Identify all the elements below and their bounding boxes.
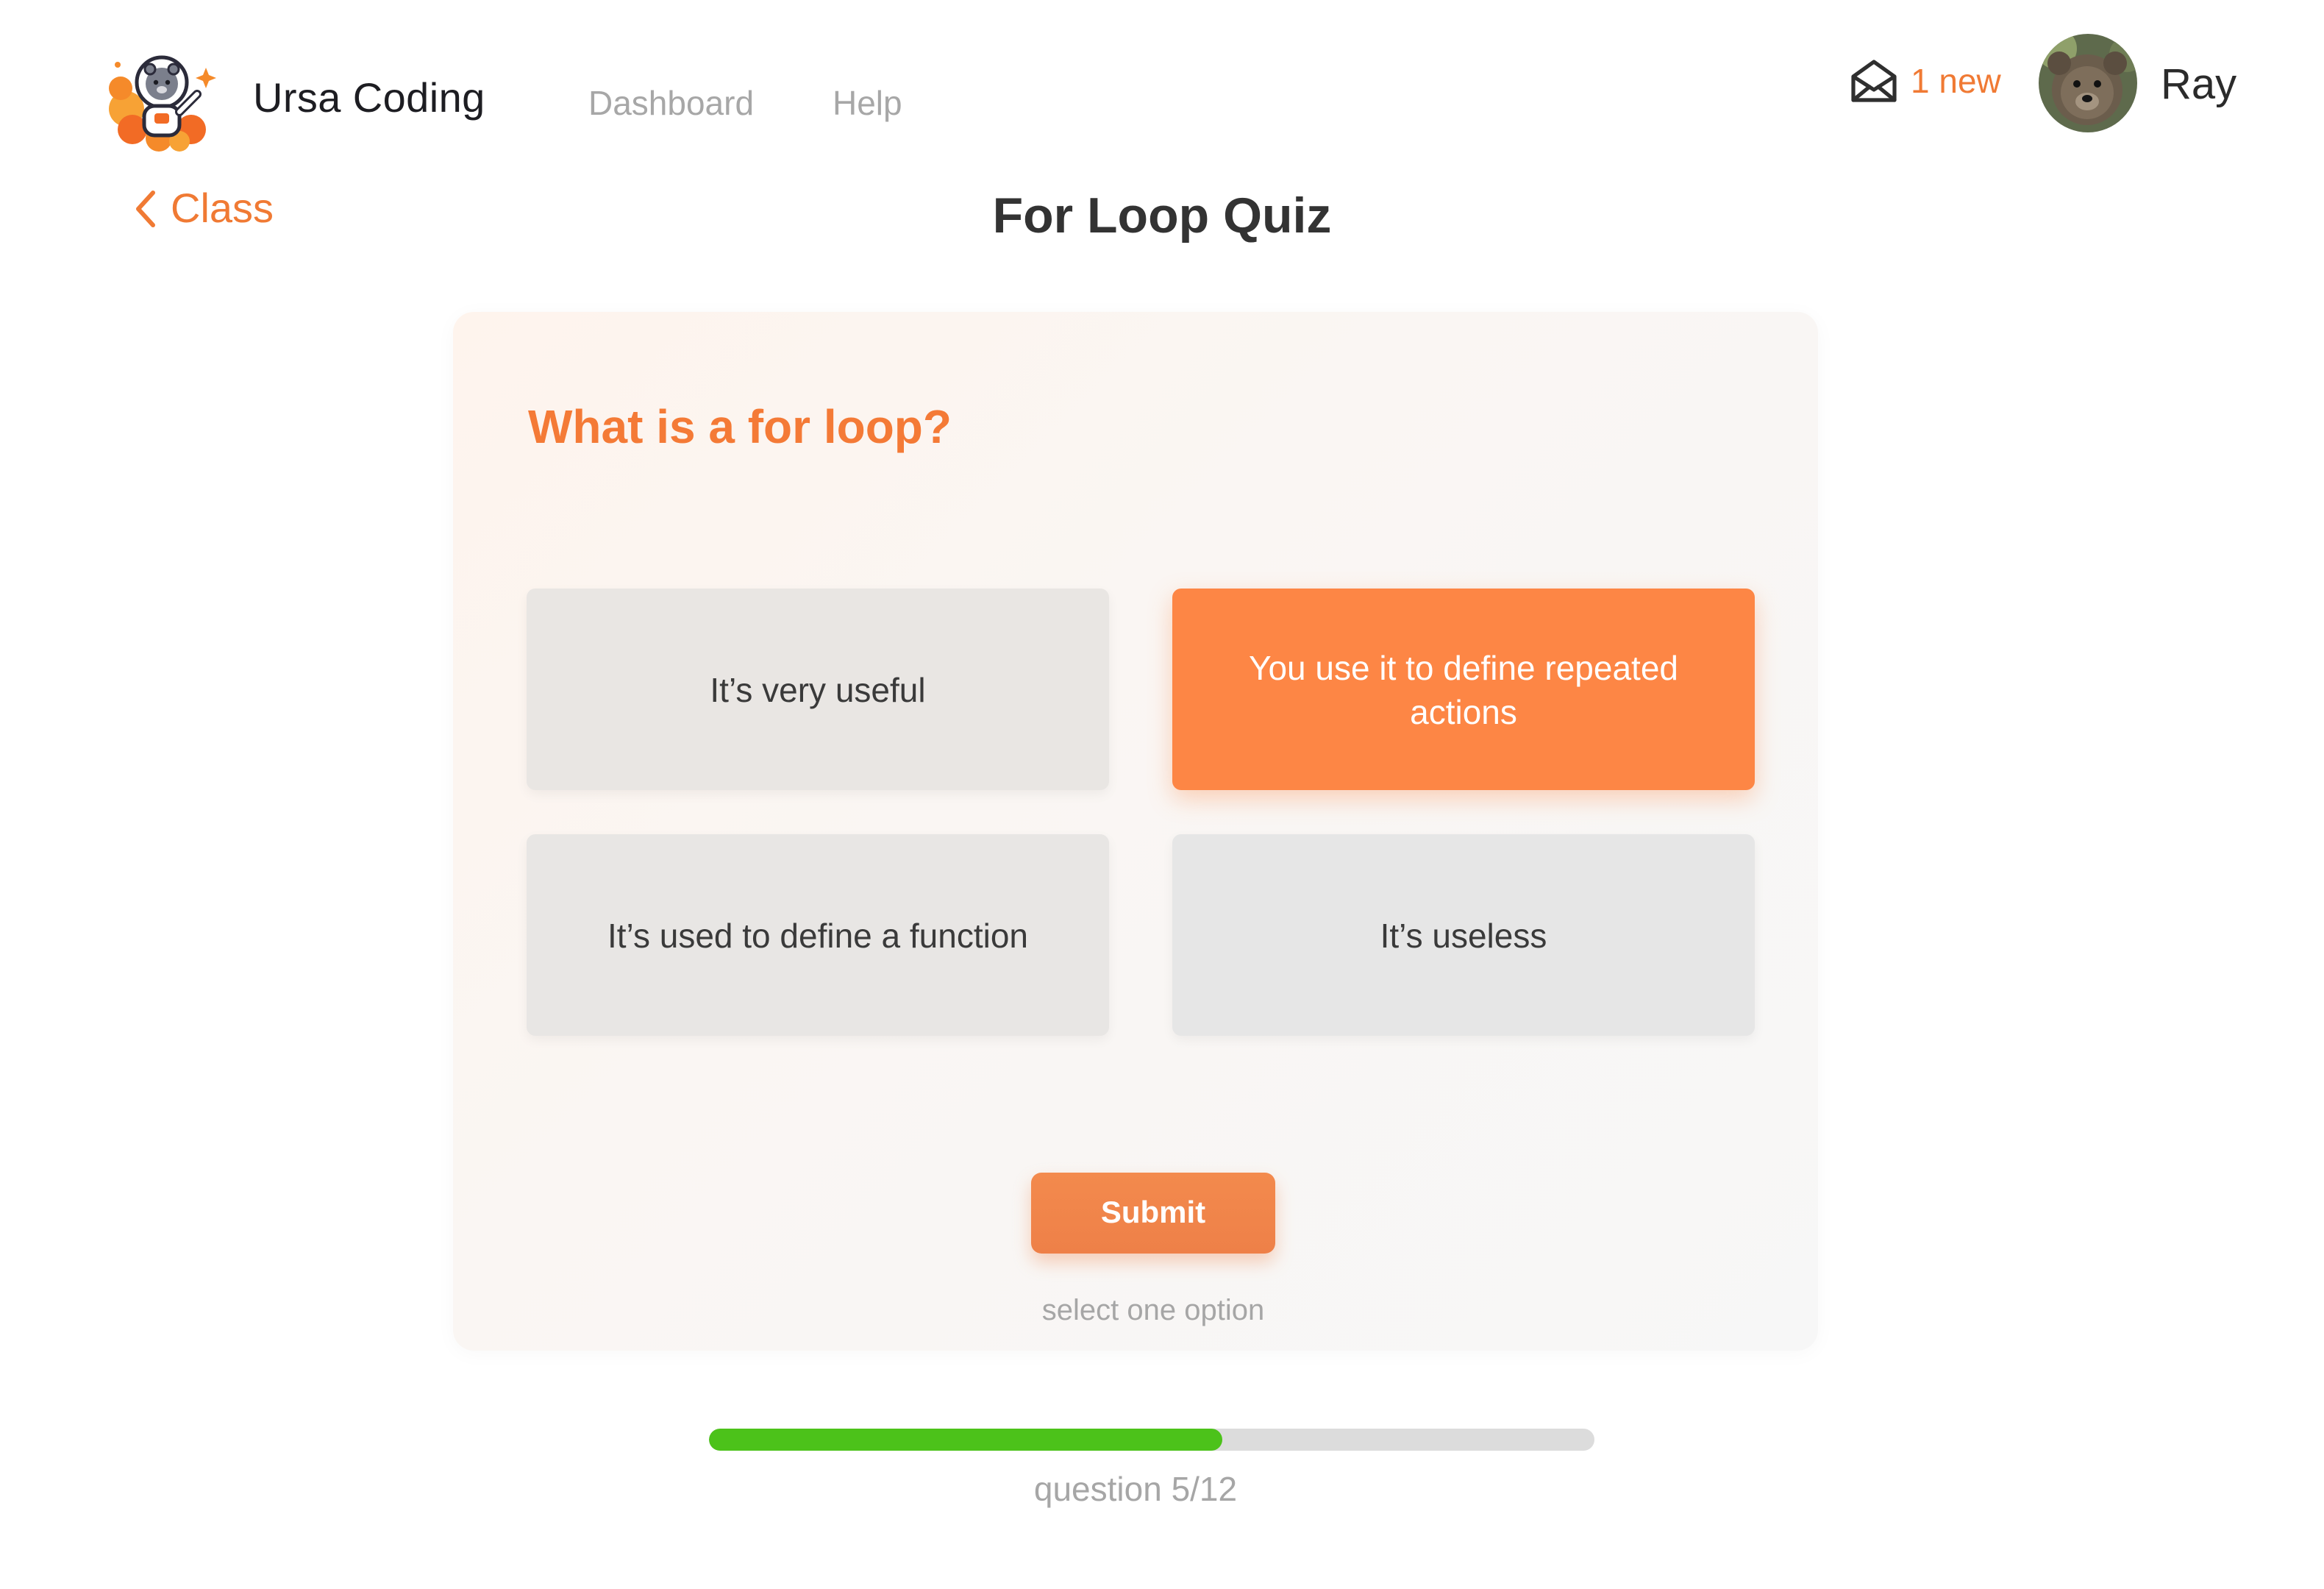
user-avatar[interactable] xyxy=(2039,34,2137,132)
quiz-card: What is a for loop? It’s very useful You… xyxy=(453,312,1818,1351)
selection-hint: select one option xyxy=(1041,1295,1265,1327)
astronaut-bear-logo[interactable] xyxy=(106,44,221,153)
progress-bar-fill xyxy=(709,1429,1223,1451)
answer-option-label: It’s very useful xyxy=(710,670,926,708)
nav-dashboard-link[interactable]: Dashboard xyxy=(588,84,754,124)
submit-button[interactable]: Submit xyxy=(1031,1173,1275,1254)
chevron-left-icon xyxy=(136,191,155,227)
page-title: For Loop Quiz xyxy=(992,188,1332,244)
progress-bar xyxy=(709,1429,1594,1451)
answer-option[interactable]: It’s useless xyxy=(1172,834,1755,1036)
notification-count: 1 new xyxy=(1911,61,2001,99)
answer-option-label: It’s used to define a function xyxy=(607,916,1028,954)
answer-option-label: It’s useless xyxy=(1380,916,1547,954)
question-text: What is a for loop? xyxy=(528,400,952,453)
back-to-class-link[interactable]: Class xyxy=(132,185,274,232)
answer-option[interactable]: It’s very useful xyxy=(527,589,1109,790)
answer-option[interactable]: It’s used to define a function xyxy=(527,834,1109,1036)
user-name[interactable]: Ray xyxy=(2161,62,2236,110)
answer-option-label: You use it to define repeated actions xyxy=(1249,648,1678,730)
answer-option-selected[interactable]: You use it to define repeated actions xyxy=(1172,589,1755,790)
progress-label: question 5/12 xyxy=(1033,1470,1238,1508)
quiz-page: Ursa Coding Dashboard Help 1 new Ray Cla… xyxy=(0,0,2324,1589)
mail-open-icon xyxy=(1851,60,1897,102)
nav-help-link[interactable]: Help xyxy=(833,84,902,124)
brand-name[interactable]: Ursa Coding xyxy=(253,75,485,122)
notifications-button[interactable]: 1 new xyxy=(1849,56,2001,106)
back-link-label: Class xyxy=(171,185,274,231)
